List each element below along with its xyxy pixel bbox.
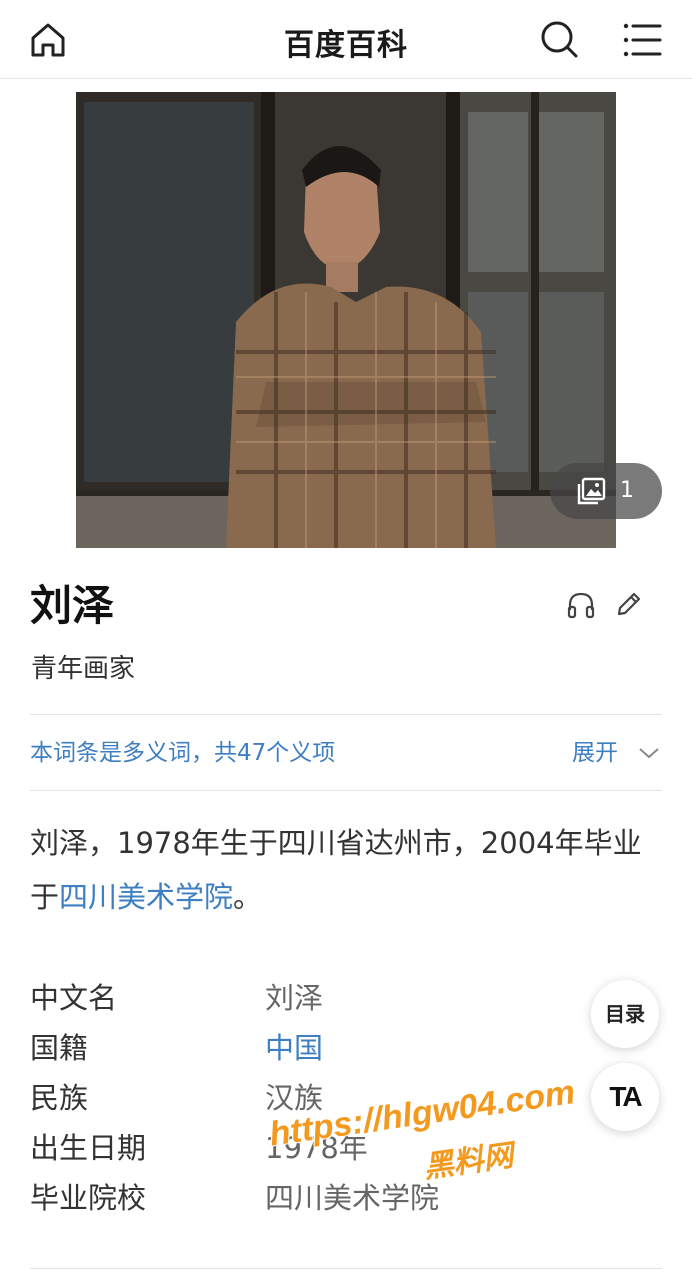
divider (30, 1268, 662, 1269)
infobox-value: 刘泽 (265, 981, 324, 1015)
entry-title: 刘泽 (30, 581, 115, 630)
expand-button[interactable]: 展开 (572, 738, 618, 768)
top-navigation-bar: 百度百科 (0, 0, 692, 79)
infobox-value-link[interactable]: 中国 (265, 1028, 323, 1068)
pencil-icon[interactable] (614, 589, 644, 619)
divider (30, 790, 662, 791)
infobox-key: 国籍 (30, 1031, 89, 1065)
watermark-site: 黑料网 (421, 1138, 516, 1186)
infobox-key: 中文名 (30, 981, 118, 1015)
table-of-contents-button[interactable]: 目录 (591, 980, 659, 1048)
page-title: 百度百科 (284, 28, 408, 63)
infobox-key: 毕业院校 (30, 1181, 147, 1215)
summary-link[interactable]: 四川美术学院 (59, 880, 233, 914)
summary-text-end: 。 (233, 880, 263, 914)
entry-summary: 刘泽，1978年生于四川省达州市，2004年毕业于四川美术学院。 (30, 816, 662, 924)
infobox-key: 民族 (30, 1081, 89, 1115)
portrait-photo[interactable] (76, 92, 616, 548)
toc-label: 目录 (605, 1002, 645, 1026)
gallery-icon (576, 477, 606, 505)
entry-subtitle: 青年画家 (31, 654, 136, 684)
infobox-key: 出生日期 (30, 1131, 147, 1165)
search-icon[interactable] (538, 18, 580, 60)
chevron-down-icon[interactable] (638, 744, 660, 762)
divider (30, 714, 662, 715)
photo-count-badge[interactable]: 1 (550, 463, 662, 519)
headphones-icon[interactable] (566, 590, 596, 620)
polysemy-notice[interactable]: 本词条是多义词，共47个义项 (30, 738, 335, 768)
photo-count: 1 (620, 478, 634, 503)
menu-icon[interactable] (622, 20, 664, 60)
